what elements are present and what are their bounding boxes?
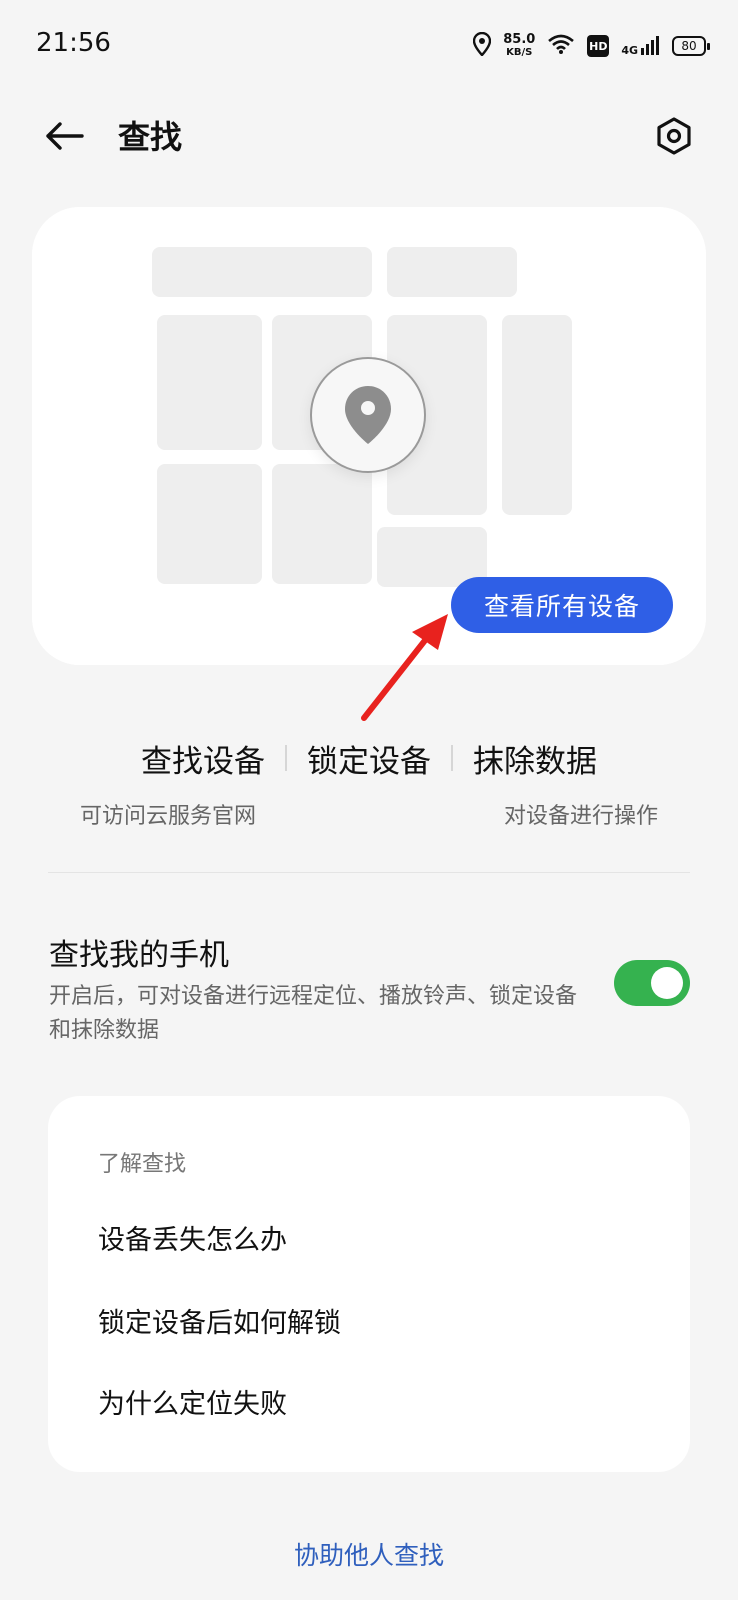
learn-item-device-lost[interactable]: 设备丢失怎么办: [98, 1218, 287, 1257]
toggle-knob: [651, 967, 683, 999]
cloud-service-hint: 可访问云服务官网: [80, 804, 257, 829]
network-speed: 85.0 KB/S: [503, 33, 535, 59]
find-device-action[interactable]: 查找设备: [121, 736, 285, 781]
speed-value: 85.0: [503, 32, 536, 47]
find-my-phone-title: 查找我的手机: [49, 938, 229, 973]
learn-section-title: 了解查找: [98, 1152, 187, 1177]
learn-card: 了解查找 设备丢失怎么办 锁定设备后如何解锁 为什么定位失败: [48, 1096, 690, 1472]
map-card: 查看所有设备: [32, 207, 706, 665]
learn-item-location-failed[interactable]: 为什么定位失败: [98, 1382, 287, 1421]
network-type: 4G: [621, 44, 638, 57]
view-all-devices-button[interactable]: 查看所有设备: [451, 577, 673, 633]
erase-data-action[interactable]: 抹除数据: [453, 736, 617, 781]
annotation-arrow-icon: [361, 614, 448, 721]
operate-device-hint: 对设备进行操作: [503, 804, 658, 829]
wifi-icon: [547, 33, 575, 59]
cellular-signal-icon: 4G: [621, 36, 660, 56]
hd-badge: HD: [587, 35, 610, 57]
status-time: 21:56: [36, 28, 111, 58]
action-row: 查找设备 锁定设备 抹除数据: [0, 728, 738, 788]
lock-device-action[interactable]: 锁定设备: [287, 736, 451, 781]
location-pin[interactable]: [310, 357, 426, 473]
page-title: 查找: [118, 118, 183, 156]
back-button[interactable]: [40, 116, 88, 156]
settings-button[interactable]: [650, 112, 698, 160]
status-bar: 21:56 85.0 KB/S HD 4G 80: [0, 0, 738, 90]
speed-unit: KB/S: [506, 47, 533, 58]
find-my-phone-description: 开启后，可对设备进行远程定位、播放铃声、锁定设备和抹除数据: [49, 984, 578, 1043]
help-others-find-link[interactable]: 协助他人查找: [0, 1536, 738, 1572]
location-icon: [473, 31, 492, 60]
find-my-phone-toggle[interactable]: [614, 960, 690, 1006]
status-icons: 85.0 KB/S HD 4G 80: [473, 28, 710, 64]
back-arrow-icon: [46, 122, 84, 150]
settings-hexagon-icon: [657, 117, 691, 155]
battery-indicator: 80: [672, 36, 710, 56]
app-header: 查找: [0, 100, 738, 180]
section-divider: [48, 872, 690, 873]
learn-item-unlock[interactable]: 锁定设备后如何解锁: [98, 1301, 341, 1340]
map-pin-icon: [345, 386, 391, 444]
